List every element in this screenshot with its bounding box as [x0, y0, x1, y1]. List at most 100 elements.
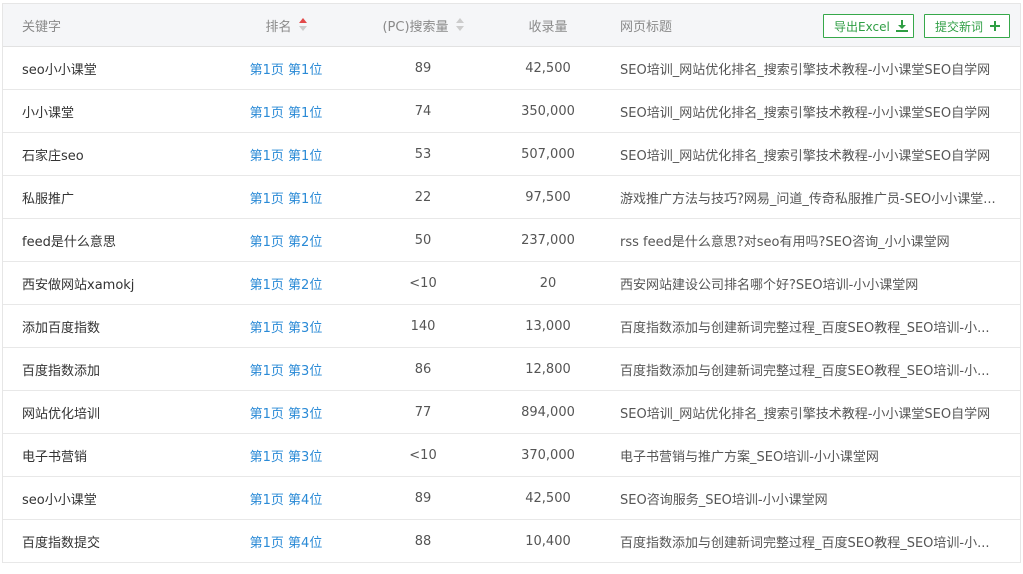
- submit-new-keyword-label: 提交新词: [935, 19, 984, 34]
- rank-link[interactable]: 第1页 第1位: [250, 188, 323, 207]
- keyword-text: 石家庄seo: [22, 148, 84, 164]
- rank-cell[interactable]: 第1页 第2位: [231, 219, 341, 261]
- search-volume-cell: 86: [363, 348, 483, 390]
- keyword-cell: 百度指数提交: [22, 520, 222, 562]
- search-volume-cell: 22: [363, 176, 483, 218]
- search-volume-cell: 53: [363, 133, 483, 175]
- search-volume-value: 88: [414, 533, 432, 549]
- search-volume-value: <10: [409, 447, 437, 463]
- search-volume-cell: 140: [363, 305, 483, 347]
- table-header: 关键字 排名 (PC)搜索量 收录量 网页标题 导出Excel 提交新词: [3, 3, 1020, 47]
- table-row: 私服推广 第1页 第1位 22 97,500 游戏推广方法与技巧?网易_问道_传奇私服推…: [3, 176, 1020, 219]
- page-title-text: 百度指数添加与创建新词完整过程_百度SEO教程_SEO培训-小...: [620, 535, 990, 551]
- indexed-value: 13,000: [525, 318, 571, 334]
- table-row: 石家庄seo 第1页 第1位 53 507,000 SEO培训_网站优化排名_搜索引擎技…: [3, 133, 1020, 176]
- keyword-text: 电子书营销: [22, 449, 88, 465]
- page-title-text: SEO培训_网站优化排名_搜索引擎技术教程-小小课堂SEO自学网: [620, 148, 991, 164]
- column-header-rank-label: 排名: [265, 19, 292, 35]
- keyword-text: seo小小课堂: [22, 492, 97, 508]
- search-volume-cell: 50: [363, 219, 483, 261]
- table-row: 小小课堂 第1页 第1位 74 350,000 SEO培训_网站优化排名_搜索引擎技术教…: [3, 90, 1020, 133]
- indexed-cell: 894,000: [498, 391, 598, 433]
- indexed-value: 20: [539, 275, 557, 291]
- keyword-cell: 电子书营销: [22, 434, 222, 476]
- column-header-indexed: 收录量: [498, 4, 598, 46]
- page-title-cell: 百度指数添加与创建新词完整过程_百度SEO教程_SEO培训-小...: [620, 348, 1018, 390]
- keyword-cell: 西安做网站xamokj: [22, 262, 222, 304]
- keyword-text: 西安做网站xamokj: [22, 277, 135, 293]
- table-row: seo小小课堂 第1页 第1位 89 42,500 SEO培训_网站优化排名_搜索引擎技…: [3, 47, 1020, 90]
- rank-link[interactable]: 第1页 第3位: [250, 403, 323, 422]
- page-title-text: 游戏推广方法与技巧?网易_问道_传奇私服推广员-SEO小小课堂...: [620, 191, 996, 207]
- search-volume-value: 89: [414, 60, 432, 76]
- sort-asc-icon[interactable]: [298, 18, 307, 32]
- search-volume-cell: 77: [363, 391, 483, 433]
- page-title-cell: SEO咨询服务_SEO培训-小小课堂网: [620, 477, 1018, 519]
- rank-cell[interactable]: 第1页 第4位: [231, 520, 341, 562]
- page-title-text: 百度指数添加与创建新词完整过程_百度SEO教程_SEO培训-小...: [620, 363, 990, 379]
- keyword-cell: 小小课堂: [22, 90, 222, 132]
- column-header-keyword: 关键字: [22, 4, 222, 46]
- search-volume-value: 22: [414, 189, 432, 205]
- rank-link[interactable]: 第1页 第1位: [250, 145, 323, 164]
- indexed-value: 97,500: [525, 189, 571, 205]
- keyword-cell: 网站优化培训: [22, 391, 222, 433]
- indexed-value: 42,500: [525, 60, 571, 76]
- rank-link[interactable]: 第1页 第3位: [250, 317, 323, 336]
- rank-link[interactable]: 第1页 第2位: [250, 274, 323, 293]
- indexed-cell: 13,000: [498, 305, 598, 347]
- rank-cell[interactable]: 第1页 第3位: [231, 434, 341, 476]
- rank-link[interactable]: 第1页 第3位: [250, 446, 323, 465]
- column-header-search-volume[interactable]: (PC)搜索量: [363, 4, 483, 46]
- page-title-cell: 百度指数添加与创建新词完整过程_百度SEO教程_SEO培训-小...: [620, 520, 1018, 562]
- rank-cell[interactable]: 第1页 第4位: [231, 477, 341, 519]
- submit-new-keyword-button[interactable]: 提交新词: [924, 14, 1010, 38]
- keyword-cell: 添加百度指数: [22, 305, 222, 347]
- keyword-cell: seo小小课堂: [22, 477, 222, 519]
- keyword-cell: 石家庄seo: [22, 133, 222, 175]
- rank-link[interactable]: 第1页 第1位: [250, 102, 323, 121]
- table-body: seo小小课堂 第1页 第1位 89 42,500 SEO培训_网站优化排名_搜索引擎技…: [3, 47, 1020, 563]
- keyword-text: 添加百度指数: [22, 320, 101, 336]
- rank-cell[interactable]: 第1页 第3位: [231, 348, 341, 390]
- table-row: 西安做网站xamokj 第1页 第2位 <10 20 西安网站建设公司排名哪个好?SEO…: [3, 262, 1020, 305]
- rank-cell[interactable]: 第1页 第2位: [231, 262, 341, 304]
- search-volume-value: 53: [414, 146, 432, 162]
- search-volume-cell: 74: [363, 90, 483, 132]
- rank-cell[interactable]: 第1页 第1位: [231, 176, 341, 218]
- page-title-text: SEO培训_网站优化排名_搜索引擎技术教程-小小课堂SEO自学网: [620, 406, 991, 422]
- table-row: 网站优化培训 第1页 第3位 77 894,000 SEO培训_网站优化排名_搜索引擎技…: [3, 391, 1020, 434]
- indexed-cell: 350,000: [498, 90, 598, 132]
- rank-link[interactable]: 第1页 第2位: [250, 231, 323, 250]
- rank-link[interactable]: 第1页 第4位: [250, 532, 323, 551]
- column-header-search-volume-label: (PC)搜索量: [382, 19, 449, 35]
- plus-icon: [989, 20, 1001, 32]
- export-excel-button[interactable]: 导出Excel: [823, 14, 914, 38]
- sort-icon[interactable]: [455, 18, 464, 32]
- page-title-cell: 电子书营销与推广方案_SEO培训-小小课堂网: [620, 434, 1018, 476]
- rank-cell[interactable]: 第1页 第1位: [231, 90, 341, 132]
- column-header-rank[interactable]: 排名: [231, 4, 341, 46]
- rank-cell[interactable]: 第1页 第1位: [231, 133, 341, 175]
- rank-link[interactable]: 第1页 第4位: [250, 489, 323, 508]
- indexed-value: 12,800: [525, 361, 571, 377]
- page-title-cell: SEO培训_网站优化排名_搜索引擎技术教程-小小课堂SEO自学网: [620, 391, 1018, 433]
- rank-cell[interactable]: 第1页 第1位: [231, 47, 341, 89]
- download-icon: [895, 20, 908, 32]
- page-title-text: SEO培训_网站优化排名_搜索引擎技术教程-小小课堂SEO自学网: [620, 62, 991, 78]
- search-volume-value: 140: [410, 318, 436, 334]
- indexed-value: 370,000: [521, 447, 575, 463]
- rank-link[interactable]: 第1页 第3位: [250, 360, 323, 379]
- table-row: 百度指数添加 第1页 第3位 86 12,800 百度指数添加与创建新词完整过程_百度S…: [3, 348, 1020, 391]
- rank-link[interactable]: 第1页 第1位: [250, 59, 323, 78]
- indexed-value: 507,000: [521, 146, 575, 162]
- keyword-cell: 私服推广: [22, 176, 222, 218]
- page-title-cell: SEO培训_网站优化排名_搜索引擎技术教程-小小课堂SEO自学网: [620, 133, 1018, 175]
- indexed-value: 42,500: [525, 490, 571, 506]
- indexed-cell: 20: [498, 262, 598, 304]
- rank-cell[interactable]: 第1页 第3位: [231, 305, 341, 347]
- column-header-page-title-label: 网页标题: [620, 19, 673, 35]
- rank-cell[interactable]: 第1页 第3位: [231, 391, 341, 433]
- page-title-text: 百度指数添加与创建新词完整过程_百度SEO教程_SEO培训-小...: [620, 320, 990, 336]
- page-title-text: SEO咨询服务_SEO培训-小小课堂网: [620, 492, 828, 508]
